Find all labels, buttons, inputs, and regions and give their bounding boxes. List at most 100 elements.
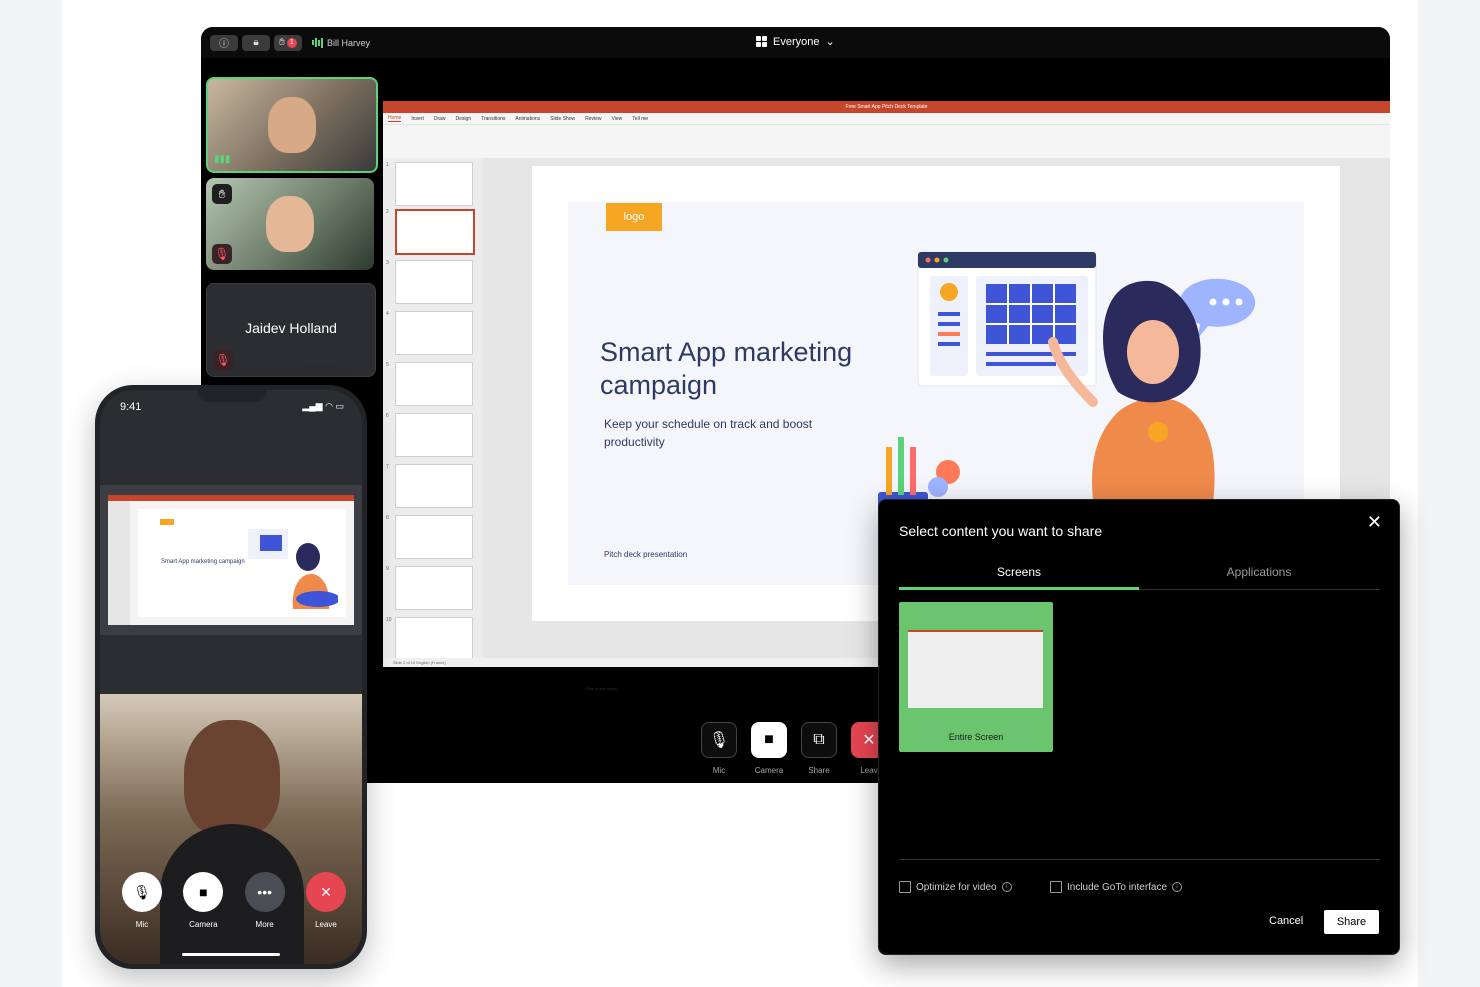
close-icon[interactable]: ✕	[1367, 512, 1382, 533]
phone-slide-illustration	[248, 529, 338, 609]
ppt-tab[interactable]: Transitions	[481, 116, 505, 122]
slide-thumbnail[interactable]	[395, 209, 475, 255]
dialog-title: Select content you want to share	[899, 523, 1103, 539]
include-goto-checkbox[interactable]	[1050, 881, 1062, 893]
presenter-name: Bill Harvey	[327, 37, 371, 48]
home-indicator[interactable]	[182, 953, 280, 956]
optimize-video-checkbox[interactable]	[899, 881, 911, 893]
include-goto-option[interactable]: Include GoTo interface i	[1050, 881, 1183, 893]
share-control[interactable]: ⧉ Share	[801, 722, 837, 775]
slide-subtitle: Keep your schedule on track and boost pr…	[604, 417, 813, 449]
ppt-ribbon	[383, 125, 1390, 159]
view-selector[interactable]: Everyone ⌄	[756, 35, 835, 48]
divider	[899, 859, 1380, 860]
slide-thumbnail[interactable]	[395, 413, 473, 457]
screen-option-label: Entire Screen	[948, 732, 1004, 742]
slide-illustration	[878, 251, 1256, 532]
participant-video	[266, 196, 314, 252]
wifi-icon: ◠	[325, 401, 333, 411]
info-icon[interactable]: i	[1001, 882, 1012, 892]
phone-controls: 🎙︎ Mic ■ Camera ••• More ✕ Leave	[118, 872, 350, 929]
control-label: Leave	[315, 920, 337, 929]
option-label: Optimize for video	[916, 881, 997, 893]
phone-mic-control[interactable]: 🎙︎ Mic	[118, 872, 166, 929]
ppt-tab[interactable]: Review	[585, 116, 601, 122]
thumbnail-number: 5	[386, 362, 389, 368]
share-dialog: Select content you want to share ✕ Scree…	[878, 499, 1400, 955]
phone-more-control[interactable]: ••• More	[241, 872, 289, 929]
participant-name: Jaidev Holland	[245, 320, 337, 336]
slide-thumbnail[interactable]	[395, 617, 473, 661]
thumbnail-number: 1	[386, 162, 389, 168]
ppt-tab[interactable]: Animations	[515, 116, 540, 122]
thumbnail-number: 7	[386, 464, 389, 470]
ppt-tab[interactable]: Home	[388, 115, 402, 122]
ppt-document-title: Free Smart App Pitch Deck Template	[845, 104, 928, 110]
entire-screen-option[interactable]: Entire Screen	[899, 602, 1053, 752]
share-button[interactable]: Share	[1324, 910, 1379, 934]
slide-thumbnail[interactable]	[395, 311, 473, 355]
status-time: 9:41	[120, 401, 142, 413]
dialog-tabs: Screens Applications	[899, 565, 1380, 590]
mic-control[interactable]: 🎙︎ Mic	[701, 722, 737, 775]
mic-off-icon: 🎙︎	[212, 244, 232, 264]
more-icon: •••	[244, 872, 285, 912]
notification-badge: 1	[286, 37, 297, 48]
participant-tile[interactable]: ✋︎ 🎙︎	[206, 178, 374, 270]
tab-screens[interactable]: Screens	[899, 565, 1139, 579]
info-icon: ⓘ	[219, 39, 229, 50]
chevron-down-icon: ⌄	[825, 36, 835, 48]
grid-icon	[756, 36, 767, 47]
camera-control[interactable]: ■ Camera	[751, 722, 787, 775]
slide-thumbnail[interactable]	[395, 162, 473, 206]
thumbnail-number: 8	[386, 515, 389, 521]
participant-tile[interactable]: ▮▮▮	[206, 77, 378, 173]
ppt-tab[interactable]: Tell me	[632, 116, 648, 122]
slide-thumbnail[interactable]	[395, 362, 473, 406]
thumbnail-number: 4	[386, 311, 389, 317]
lock-icon: 🔒︎	[253, 37, 259, 48]
share-screen-icon: ⧉	[801, 722, 837, 758]
thumbnail-number: 10	[386, 617, 392, 623]
phone-leave-control[interactable]: ✕ Leave	[302, 872, 350, 929]
phone-slide-preview: Smart App marketing campaign	[108, 495, 354, 625]
control-label: Camera	[189, 920, 218, 929]
thumbnail-number: 3	[386, 260, 389, 266]
screen-preview	[908, 630, 1043, 708]
slide-thumbnail[interactable]	[395, 260, 473, 304]
camera-icon: ■	[183, 872, 224, 912]
option-label: Include GoTo interface	[1067, 881, 1168, 893]
ppt-tab[interactable]: Insert	[411, 116, 424, 122]
phone-device: 9:41 ▂▄▆ ◠ ▭ Smart App marketing campaig…	[95, 385, 367, 969]
cancel-button[interactable]: Cancel	[1269, 915, 1303, 927]
meeting-controls: 🎙︎ Mic ■ Camera ⧉ Share ✕ Leav	[701, 722, 887, 775]
meeting-top-bar: ⓘ 🔒︎ ✋︎ 1 Bill Harvey Everyone ⌄	[201, 27, 1390, 58]
phone-camera-control[interactable]: ■ Camera	[179, 872, 227, 929]
slide-thumbnail[interactable]	[395, 566, 473, 610]
slide-thumbnail[interactable]	[395, 515, 473, 559]
ppt-notes[interactable]: Click to add notes	[585, 686, 617, 691]
top-bar-buttons: ⓘ 🔒︎ ✋︎ 1	[210, 34, 302, 51]
raised-hands-button[interactable]: ✋︎ 1	[274, 34, 302, 51]
control-label: Mic	[712, 766, 726, 775]
control-label: More	[255, 920, 274, 929]
mic-off-icon: 🎙︎	[213, 350, 233, 370]
lock-button[interactable]: 🔒︎	[242, 34, 270, 51]
tab-applications[interactable]: Applications	[1139, 565, 1379, 579]
ppt-tab[interactable]: Draw	[434, 116, 446, 122]
ppt-tab[interactable]: Slide Show	[550, 116, 575, 122]
slide-logo: logo	[606, 203, 662, 231]
ppt-ribbon-tabs: Home Insert Draw Design Transitions Anim…	[383, 113, 1390, 125]
close-icon: ✕	[305, 872, 346, 912]
slide-footer: Pitch deck presentation	[604, 550, 688, 559]
participant-tile[interactable]: Jaidev Holland 🎙︎	[206, 283, 376, 377]
slide-thumbnail[interactable]	[395, 464, 473, 508]
info-icon[interactable]: i	[1172, 882, 1183, 892]
phone-notch	[197, 390, 267, 402]
battery-icon: ▭	[335, 401, 344, 411]
thumbnail-number: 9	[386, 566, 389, 572]
info-button[interactable]: ⓘ	[210, 34, 238, 51]
ppt-tab[interactable]: Design	[456, 116, 472, 122]
ppt-tab[interactable]: View	[612, 116, 623, 122]
optimize-video-option[interactable]: Optimize for video i	[899, 881, 1012, 893]
